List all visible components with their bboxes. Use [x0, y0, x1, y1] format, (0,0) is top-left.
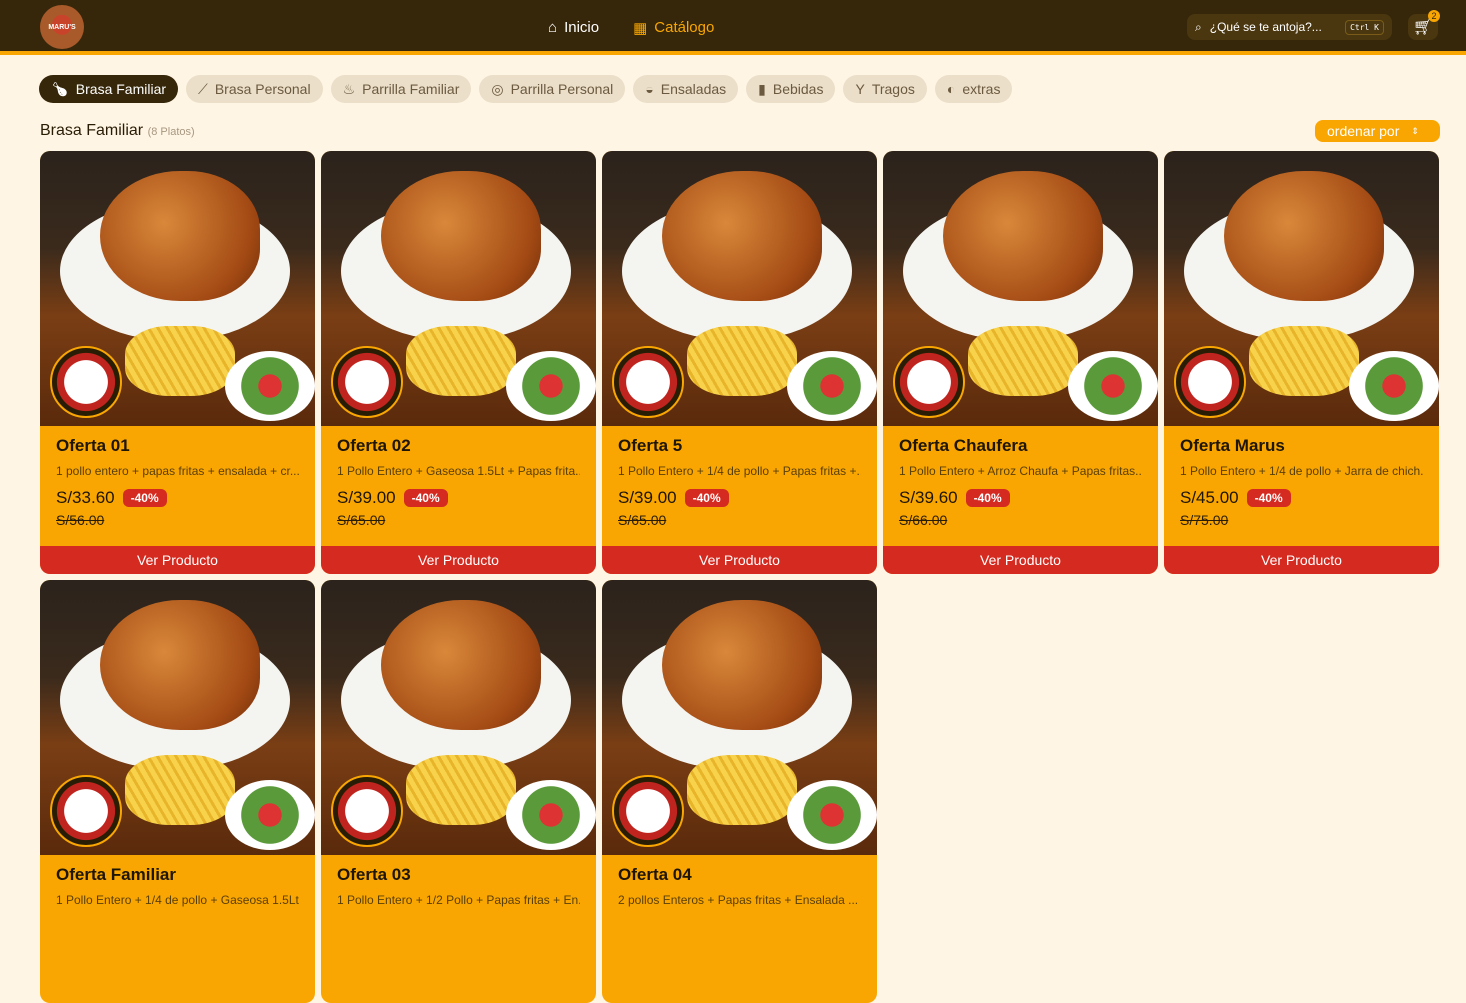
- category-tab[interactable]: Y Tragos: [843, 75, 927, 103]
- view-product-button[interactable]: Ver Producto: [883, 546, 1158, 574]
- product-image: [40, 580, 315, 855]
- product-description: 2 pollos Enteros + Papas fritas + Ensala…: [618, 893, 859, 907]
- chevron-updown-icon: ⇕: [1411, 125, 1419, 136]
- header: MARU'S ⌂ Inicio ▦ Catálogo ⌕ ¿Qué se te an…: [0, 0, 1466, 55]
- product-image: [40, 151, 315, 426]
- product-card[interactable]: Oferta Marus 1 Pollo Entero + 1/4 de pol…: [1164, 151, 1439, 574]
- product-description: 1 Pollo Entero + 1/4 de pollo + Jarra de…: [1180, 464, 1423, 478]
- category-tab[interactable]: ⟋ Brasa Personal: [186, 75, 323, 103]
- product-price: S/39.60: [899, 488, 958, 507]
- search-button[interactable]: ⌕ ¿Qué se te antoja?... Ctrl K: [1187, 14, 1392, 40]
- view-product-button[interactable]: Ver Producto: [1164, 546, 1439, 574]
- original-price: S/66.00: [899, 512, 948, 528]
- view-product-button[interactable]: Ver Producto: [321, 546, 596, 574]
- category-tabs: 🍗︎ Brasa Familiar ⟋ Brasa Personal ♨ Parrilla…: [39, 75, 1013, 103]
- product-name: Oferta 02: [337, 436, 411, 455]
- product-price: S/45.00: [1180, 488, 1239, 507]
- product-description: 1 Pollo Entero + 1/4 de pollo + Gaseosa …: [56, 893, 299, 907]
- product-price: S/33.60: [56, 488, 115, 507]
- brand-stamp: [50, 346, 122, 418]
- original-price: S/65.00: [618, 512, 667, 528]
- brand-stamp: [1174, 346, 1246, 418]
- category-tab[interactable]: ◒ Ensaladas: [633, 75, 739, 103]
- brand-stamp: [50, 775, 122, 847]
- extras-icon: ◐: [946, 81, 956, 97]
- product-card[interactable]: Oferta 03 1 Pollo Entero + 1/2 Pollo + P…: [321, 580, 596, 1003]
- category-tab[interactable]: ◎ Parrilla Personal: [479, 75, 626, 103]
- view-product-button[interactable]: Ver Producto: [40, 546, 315, 574]
- salad-icon: ◒: [645, 81, 654, 97]
- brand-stamp: [331, 775, 403, 847]
- original-price: S/65.00: [337, 512, 386, 528]
- chicken-icon: 🍗︎: [51, 80, 69, 97]
- cocktail-icon: Y: [855, 81, 865, 97]
- product-image: [321, 151, 596, 426]
- steak-icon: ◎: [491, 80, 504, 97]
- product-card[interactable]: Oferta 02 1 Pollo Entero + Gaseosa 1.5Lt…: [321, 151, 596, 574]
- view-product-button[interactable]: Ver Producto: [602, 546, 877, 574]
- drink-icon: ▮: [758, 80, 766, 97]
- product-price: S/39.00: [618, 488, 677, 507]
- grill-icon: ♨: [342, 80, 356, 97]
- product-image: [883, 151, 1158, 426]
- brand-stamp: [612, 346, 684, 418]
- brand-stamp: [893, 346, 965, 418]
- product-image: [1164, 151, 1439, 426]
- product-description: 1 Pollo Entero + 1/4 de pollo + Papas fr…: [618, 464, 861, 478]
- product-card[interactable]: Oferta 5 1 Pollo Entero + 1/4 de pollo +…: [602, 151, 877, 574]
- brand-stamp: [612, 775, 684, 847]
- product-name: Oferta 01: [56, 436, 130, 455]
- product-name: Oferta 5: [618, 436, 683, 455]
- product-name: Oferta 03: [337, 865, 411, 884]
- category-tab[interactable]: ◐ extras: [934, 75, 1013, 103]
- cart-count-badge: 2: [1428, 10, 1440, 22]
- product-name: Oferta 04: [618, 865, 692, 884]
- product-name: Oferta Chaufera: [899, 436, 1028, 455]
- discount-badge: -40%: [684, 489, 729, 507]
- brand-stamp: [331, 346, 403, 418]
- product-image: [602, 151, 877, 426]
- discount-badge: -40%: [122, 489, 167, 507]
- home-icon: ⌂: [548, 19, 558, 36]
- discount-badge: -40%: [403, 489, 448, 507]
- shortcut-hint: Ctrl K: [1345, 19, 1384, 35]
- product-card[interactable]: Oferta Familiar 1 Pollo Entero + 1/4 de …: [40, 580, 315, 1003]
- logo[interactable]: MARU'S: [40, 5, 84, 49]
- category-tab[interactable]: ♨ Parrilla Familiar: [330, 75, 472, 103]
- main-nav: ⌂ Inicio ▦ Catálogo: [548, 0, 714, 55]
- product-name: Oferta Familiar: [56, 865, 176, 884]
- product-description: 1 Pollo Entero + Gaseosa 1.5Lt + Papas f…: [337, 464, 580, 478]
- product-card[interactable]: Oferta 01 1 pollo entero + papas fritas …: [40, 151, 315, 574]
- product-description: 1 pollo entero + papas fritas + ensalada…: [56, 464, 299, 478]
- product-image: [321, 580, 596, 855]
- original-price: S/75.00: [1180, 512, 1229, 528]
- item-count: (8 Platos): [147, 126, 195, 138]
- drumstick-icon: ⟋: [198, 80, 208, 97]
- discount-badge: -40%: [965, 489, 1010, 507]
- product-card[interactable]: Oferta Chaufera 1 Pollo Entero + Arroz C…: [883, 151, 1158, 574]
- product-price: S/39.00: [337, 488, 396, 507]
- product-description: 1 Pollo Entero + Arroz Chaufa + Papas fr…: [899, 464, 1142, 478]
- cart-button[interactable]: 🛒︎ 2: [1408, 10, 1440, 40]
- product-image: [602, 580, 877, 855]
- section-title: Brasa Familiar (8 Platos): [40, 122, 195, 139]
- original-price: S/56.00: [56, 512, 105, 528]
- sort-dropdown[interactable]: ordenar por ⇕: [1315, 120, 1440, 142]
- product-name: Oferta Marus: [1180, 436, 1285, 455]
- product-grid: Oferta 01 1 pollo entero + papas fritas …: [40, 151, 1439, 1003]
- search-icon: ⌕: [1195, 19, 1202, 34]
- nav-inicio[interactable]: ⌂ Inicio: [548, 19, 599, 36]
- grid-icon: ▦: [633, 19, 648, 37]
- category-tab[interactable]: ▮ Bebidas: [746, 75, 836, 103]
- product-description: 1 Pollo Entero + 1/2 Pollo + Papas frita…: [337, 893, 580, 907]
- discount-badge: -40%: [1246, 489, 1291, 507]
- nav-catalogo[interactable]: ▦ Catálogo: [633, 19, 714, 37]
- category-tab[interactable]: 🍗︎ Brasa Familiar: [39, 75, 179, 103]
- product-card[interactable]: Oferta 04 2 pollos Enteros + Papas frita…: [602, 580, 877, 1003]
